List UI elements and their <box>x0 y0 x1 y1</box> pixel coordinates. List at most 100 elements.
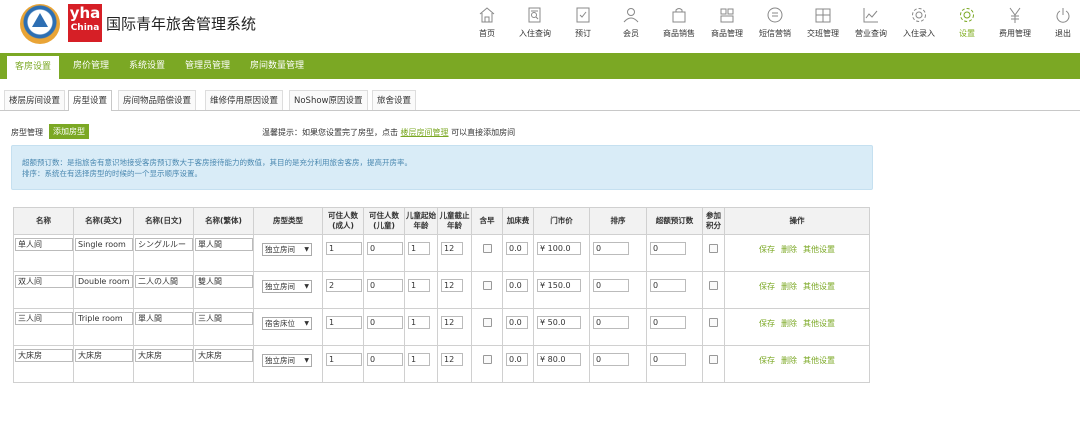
points-checkbox[interactable] <box>709 244 718 253</box>
save-button[interactable]: 保存 <box>759 319 775 328</box>
delete-button[interactable]: 删除 <box>781 319 797 328</box>
room-type-select[interactable]: 独立房间 ▼ <box>262 354 312 367</box>
subtab-noshow-reason[interactable]: NoShow原因设置 <box>289 90 368 110</box>
subtab-item-compensation[interactable]: 房间物品赔偿设置 <box>118 90 197 110</box>
add-room-type-button[interactable]: 添加房型 <box>49 124 89 139</box>
nav-goods-sales[interactable]: 商品销售 <box>661 6 697 39</box>
delete-button[interactable]: 删除 <box>781 282 797 291</box>
price-input[interactable]: ¥ 50.0 <box>537 316 581 329</box>
child-age-from-input[interactable]: 1 <box>408 242 430 255</box>
breakfast-checkbox[interactable] <box>482 355 492 364</box>
adult-count-input[interactable]: 2 <box>326 279 362 292</box>
overbook-input[interactable]: 0 <box>650 353 686 366</box>
name-input[interactable]: 三人间 <box>15 312 73 325</box>
price-input[interactable]: ¥ 150.0 <box>537 279 581 292</box>
tab-system-settings[interactable]: 系统设置 <box>129 53 165 79</box>
other-settings-button[interactable]: 其他设置 <box>803 245 835 254</box>
nav-goods-manage[interactable]: 商品管理 <box>709 6 745 39</box>
name-tw-input[interactable]: 三人間 <box>195 312 253 325</box>
child-age-to-input[interactable]: 12 <box>441 242 463 255</box>
delete-button[interactable]: 删除 <box>781 356 797 365</box>
floor-room-manage-link[interactable]: 楼层房间管理 <box>401 128 449 137</box>
logo-yha-text: yha <box>69 4 101 22</box>
adult-count-input[interactable]: 1 <box>326 316 362 329</box>
other-settings-button[interactable]: 其他设置 <box>803 356 835 365</box>
child-count-input[interactable]: 0 <box>367 242 403 255</box>
tab-admin-manage[interactable]: 管理员管理 <box>185 53 230 79</box>
nav-checkin-entry[interactable]: 入住录入 <box>901 6 937 39</box>
name-jp-input[interactable]: シングルルー <box>135 238 193 251</box>
name-jp-input[interactable]: 二人の人間 <box>135 275 193 288</box>
sort-input[interactable]: 0 <box>593 316 629 329</box>
child-count-input[interactable]: 0 <box>367 279 403 292</box>
tab-room-count[interactable]: 房间数量管理 <box>250 53 304 79</box>
extra-bed-input[interactable]: 0.0 <box>506 353 528 366</box>
room-type-select[interactable]: 独立房间 ▼ <box>262 243 312 256</box>
subtab-hostel-settings[interactable]: 旅舍设置 <box>372 90 417 110</box>
adult-count-input[interactable]: 1 <box>326 353 362 366</box>
points-checkbox[interactable] <box>709 355 718 364</box>
name-input[interactable]: 大床房 <box>15 349 73 362</box>
extra-bed-input[interactable]: 0.0 <box>506 242 528 255</box>
name-tw-input[interactable]: 單人間 <box>195 238 253 251</box>
child-age-to-input[interactable]: 12 <box>441 353 463 366</box>
info-overbook-text: 超额预订数：是指旅舍有意识地接受客房预订数大于客房接待能力的数值，其目的是充分利… <box>22 158 412 167</box>
breakfast-checkbox[interactable] <box>482 244 492 253</box>
nav-booking[interactable]: 预订 <box>565 6 601 39</box>
nav-shift[interactable]: 交班管理 <box>805 6 841 39</box>
sort-input[interactable]: 0 <box>593 279 629 292</box>
nav-logout[interactable]: 退出 <box>1045 6 1080 39</box>
nav-settings[interactable]: 设置 <box>949 6 985 39</box>
name-en-input[interactable]: 大床房 <box>75 349 133 362</box>
name-tw-input[interactable]: 大床房 <box>195 349 253 362</box>
breakfast-checkbox[interactable] <box>482 318 492 327</box>
child-age-from-input[interactable]: 1 <box>408 353 430 366</box>
sort-input[interactable]: 0 <box>593 242 629 255</box>
save-button[interactable]: 保存 <box>759 356 775 365</box>
room-type-select[interactable]: 独立房间 ▼ <box>262 280 312 293</box>
name-jp-input[interactable]: 大床房 <box>135 349 193 362</box>
tab-room-settings[interactable]: 客房设置 <box>7 56 60 79</box>
extra-bed-input[interactable]: 0.0 <box>506 316 528 329</box>
child-age-from-input[interactable]: 1 <box>408 316 430 329</box>
save-button[interactable]: 保存 <box>759 282 775 291</box>
name-en-input[interactable]: Triple room <box>75 312 133 325</box>
name-jp-input[interactable]: 單人間 <box>135 312 193 325</box>
child-count-input[interactable]: 0 <box>367 316 403 329</box>
name-en-input[interactable]: Single room <box>75 238 133 251</box>
name-tw-input[interactable]: 雙人間 <box>195 275 253 288</box>
child-age-from-input[interactable]: 1 <box>408 279 430 292</box>
extra-bed-input[interactable]: 0.0 <box>506 279 528 292</box>
other-settings-button[interactable]: 其他设置 <box>803 282 835 291</box>
price-input[interactable]: ¥ 80.0 <box>537 353 581 366</box>
child-age-to-input[interactable]: 12 <box>441 279 463 292</box>
nav-checkin-query[interactable]: 入住查询 <box>517 6 553 39</box>
points-checkbox[interactable] <box>709 281 718 290</box>
tab-price-manage[interactable]: 房价管理 <box>73 53 109 79</box>
adult-count-input[interactable]: 1 <box>326 242 362 255</box>
subtab-floor-room[interactable]: 楼层房间设置 <box>4 90 66 110</box>
save-button[interactable]: 保存 <box>759 245 775 254</box>
child-count-input[interactable]: 0 <box>367 353 403 366</box>
nav-member[interactable]: 会员 <box>613 6 649 39</box>
child-age-to-input[interactable]: 12 <box>441 316 463 329</box>
name-input[interactable]: 单人间 <box>15 238 73 251</box>
subtab-room-type[interactable]: 房型设置 <box>68 90 113 111</box>
points-checkbox[interactable] <box>709 318 718 327</box>
subtab-maintenance-reason[interactable]: 维修停用原因设置 <box>205 90 284 110</box>
name-en-input[interactable]: Double room <box>75 275 133 288</box>
nav-expense[interactable]: 费用管理 <box>997 6 1033 39</box>
delete-button[interactable]: 删除 <box>781 245 797 254</box>
room-type-select[interactable]: 宿舍床位 ▼ <box>262 317 312 330</box>
nav-sms[interactable]: 短信营销 <box>757 6 793 39</box>
other-settings-button[interactable]: 其他设置 <box>803 319 835 328</box>
breakfast-checkbox[interactable] <box>482 281 492 290</box>
nav-business-query[interactable]: 营业查询 <box>853 6 889 39</box>
overbook-input[interactable]: 0 <box>650 279 686 292</box>
price-input[interactable]: ¥ 100.0 <box>537 242 581 255</box>
nav-home[interactable]: 首页 <box>469 6 505 39</box>
name-input[interactable]: 双人间 <box>15 275 73 288</box>
overbook-input[interactable]: 0 <box>650 316 686 329</box>
overbook-input[interactable]: 0 <box>650 242 686 255</box>
sort-input[interactable]: 0 <box>593 353 629 366</box>
